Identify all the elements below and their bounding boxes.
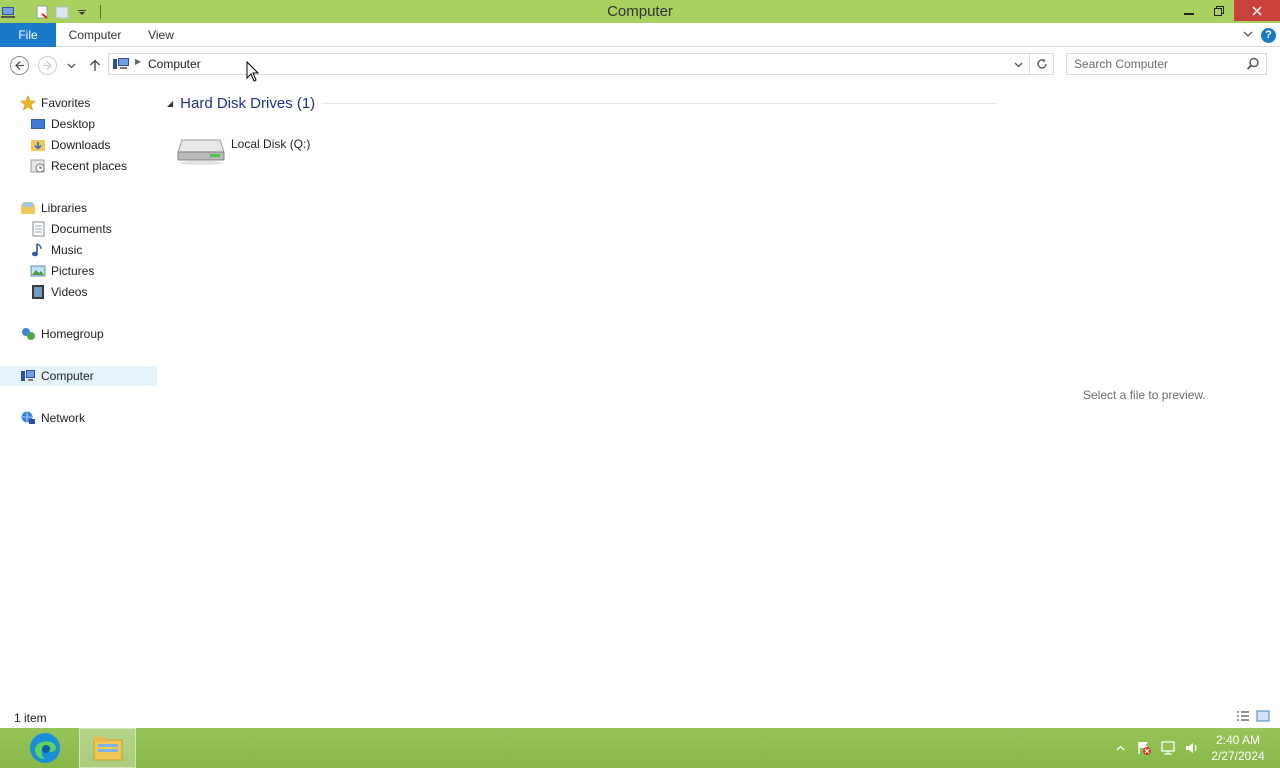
- item-count: 1 item: [14, 711, 47, 725]
- collapse-triangle-icon[interactable]: ◢: [167, 99, 173, 108]
- network-icon: [20, 410, 36, 426]
- details-view-icon[interactable]: [1236, 710, 1250, 725]
- taskbar: 2:40 AM 2/27/2024: [0, 728, 1280, 768]
- music-icon: [30, 242, 46, 258]
- up-button[interactable]: [85, 55, 105, 75]
- recent-locations-button[interactable]: [63, 55, 79, 75]
- restore-button[interactable]: [1204, 0, 1234, 21]
- nav-item-label: Desktop: [51, 117, 96, 131]
- taskbar-edge-button[interactable]: [16, 728, 73, 768]
- clock[interactable]: 2:40 AM 2/27/2024: [1204, 732, 1280, 764]
- forward-button[interactable]: [37, 55, 57, 75]
- back-arrow-icon: [9, 55, 29, 75]
- close-button[interactable]: [1234, 0, 1280, 21]
- ribbon-tabs: File Computer View ?: [0, 23, 1280, 47]
- search-input[interactable]: [1067, 54, 1242, 74]
- window-title: Computer: [607, 3, 673, 20]
- chevron-down-icon: [1014, 62, 1022, 67]
- large-icons-view-icon[interactable]: [1256, 710, 1270, 725]
- breadcrumb-separator-icon[interactable]: ▶: [135, 57, 141, 66]
- refresh-button[interactable]: [1029, 54, 1053, 74]
- title-bar: Computer: [0, 0, 1280, 23]
- tab-computer[interactable]: Computer: [58, 23, 132, 47]
- group-title: Hard Disk Drives (1): [180, 94, 316, 112]
- nav-item-downloads[interactable]: Downloads: [0, 135, 157, 155]
- nav-item-documents[interactable]: Documents: [0, 219, 157, 239]
- nav-item-label: Documents: [51, 222, 112, 236]
- nav-favorites-label: Favorites: [41, 96, 91, 110]
- nav-item-videos[interactable]: Videos: [0, 282, 157, 302]
- nav-item-label: Pictures: [51, 264, 95, 278]
- drive-item[interactable]: Local Disk (Q:): [176, 134, 356, 168]
- mouse-pointer-icon: [246, 60, 260, 86]
- forward-arrow-icon: [37, 55, 57, 75]
- nav-homegroup[interactable]: Homegroup: [0, 324, 157, 344]
- volume-icon[interactable]: [1180, 728, 1204, 768]
- nav-favorites[interactable]: Favorites: [0, 93, 157, 113]
- minimize-button[interactable]: [1174, 0, 1204, 21]
- help-icon[interactable]: ?: [1261, 27, 1276, 43]
- clock-time: 2:40 AM: [1215, 733, 1261, 747]
- homegroup-icon: [20, 326, 36, 342]
- nav-computer-label: Computer: [41, 369, 94, 383]
- recent-places-icon: [30, 158, 46, 174]
- network-status-icon[interactable]: [1156, 728, 1180, 768]
- documents-icon: [30, 221, 46, 237]
- chevron-down-icon: [67, 63, 75, 68]
- videos-icon: [30, 284, 46, 300]
- computer-icon: [112, 57, 130, 74]
- status-bar: 1 item: [0, 708, 1280, 728]
- back-button[interactable]: [9, 55, 29, 75]
- downloads-folder-icon: [30, 137, 46, 153]
- drive-name: Local Disk (Q:): [231, 137, 311, 151]
- tab-file[interactable]: File: [0, 23, 56, 47]
- desktop-icon: [30, 116, 46, 132]
- nav-item-label: Downloads: [51, 138, 111, 152]
- nav-item-label: Recent places: [51, 159, 128, 173]
- libraries-icon: [20, 200, 36, 216]
- nav-item-desktop[interactable]: Desktop: [0, 114, 157, 134]
- tab-view[interactable]: View: [136, 23, 186, 47]
- nav-homegroup-label: Homegroup: [41, 327, 104, 341]
- nav-item-label: Videos: [51, 285, 88, 299]
- nav-libraries[interactable]: Libraries: [0, 198, 157, 218]
- up-arrow-icon: [90, 59, 100, 71]
- pictures-icon: [30, 263, 46, 279]
- computer-icon: [20, 368, 36, 384]
- file-explorer-icon: [93, 737, 122, 761]
- nav-computer[interactable]: Computer: [0, 366, 157, 386]
- expand-ribbon-icon[interactable]: [1243, 28, 1253, 42]
- restore-icon: [1214, 5, 1224, 16]
- address-dropdown-button[interactable]: [1009, 55, 1027, 73]
- nav-item-label: Music: [51, 243, 83, 257]
- nav-item-music[interactable]: Music: [0, 240, 157, 260]
- nav-libraries-label: Libraries: [41, 201, 88, 215]
- refresh-icon: [1036, 58, 1047, 69]
- search-icon[interactable]: [1246, 57, 1260, 74]
- preview-pane-message: Select a file to preview.: [1083, 388, 1206, 402]
- group-header-hard-disk-drives[interactable]: ◢ Hard Disk Drives (1): [167, 94, 315, 112]
- minimize-icon: [1184, 12, 1194, 15]
- clock-date: 2/27/2024: [1211, 749, 1265, 763]
- star-icon: [20, 95, 36, 111]
- taskbar-file-explorer-button[interactable]: [79, 728, 136, 768]
- nav-network-label: Network: [41, 411, 86, 425]
- nav-item-recent-places[interactable]: Recent places: [0, 156, 157, 176]
- navigation-bar: ▶ Computer: [0, 48, 1280, 81]
- action-center-icon[interactable]: [1132, 728, 1156, 768]
- edge-icon: [29, 733, 60, 763]
- nav-item-pictures[interactable]: Pictures: [0, 261, 157, 281]
- hard-disk-icon: [176, 134, 226, 169]
- search-box: [1066, 53, 1267, 75]
- breadcrumb-computer[interactable]: Computer: [148, 57, 201, 71]
- show-hidden-icons-icon[interactable]: [1108, 728, 1132, 768]
- nav-network[interactable]: Network: [0, 408, 157, 428]
- system-tray: 2:40 AM 2/27/2024: [1108, 728, 1280, 768]
- close-icon: [1252, 5, 1262, 16]
- group-divider: [322, 103, 997, 104]
- navigation-pane: Favorites Desktop Downloads Recent place…: [0, 90, 157, 710]
